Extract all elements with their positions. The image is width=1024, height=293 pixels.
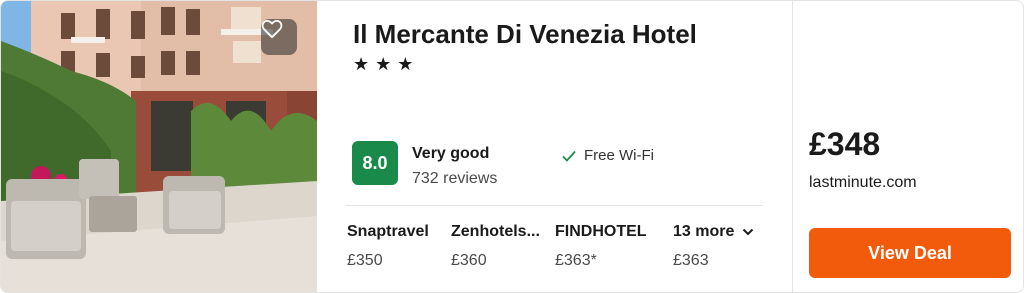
hotel-result-card: Il Mercante Di Venezia Hotel ★★★ 8.0 Ver… (0, 0, 1024, 293)
rating-label: Very good (412, 145, 490, 162)
review-count[interactable]: 732 reviews (412, 170, 497, 188)
divider (346, 205, 763, 206)
amenity-free-wifi: Free Wi-Fi (562, 147, 654, 164)
provider-snaptravel[interactable]: Snaptravel £350 (347, 223, 429, 270)
rating-score-badge: 8.0 (352, 141, 398, 185)
deal-price: £348 (809, 126, 881, 162)
view-deal-button[interactable]: View Deal (809, 228, 1011, 278)
amenity-label: Free Wi-Fi (584, 147, 654, 164)
provider-name: Zenhotels... (451, 223, 540, 240)
provider-zenhotels[interactable]: Zenhotels... £360 (451, 223, 540, 270)
provider-name: FINDHOTEL (555, 223, 647, 240)
more-providers-price: £363 (673, 252, 709, 269)
deal-site: lastminute.com (809, 174, 917, 191)
check-icon (562, 150, 576, 162)
hotel-photo[interactable] (1, 1, 317, 292)
provider-findhotel[interactable]: FINDHOTEL £363* (555, 223, 647, 270)
column-divider (792, 1, 793, 292)
star-rating: ★★★ (353, 54, 420, 74)
chevron-down-icon (743, 228, 754, 236)
more-providers-label: 13 more (673, 223, 735, 240)
provider-price: £363* (555, 252, 597, 269)
provider-price: £350 (347, 252, 383, 269)
hotel-name[interactable]: Il Mercante Di Venezia Hotel (353, 19, 697, 50)
more-providers-button[interactable]: 13 more £363 (673, 223, 754, 270)
heart-icon (261, 19, 283, 39)
favorite-button[interactable] (261, 19, 297, 55)
provider-price: £360 (451, 252, 487, 269)
provider-name: Snaptravel (347, 223, 429, 240)
